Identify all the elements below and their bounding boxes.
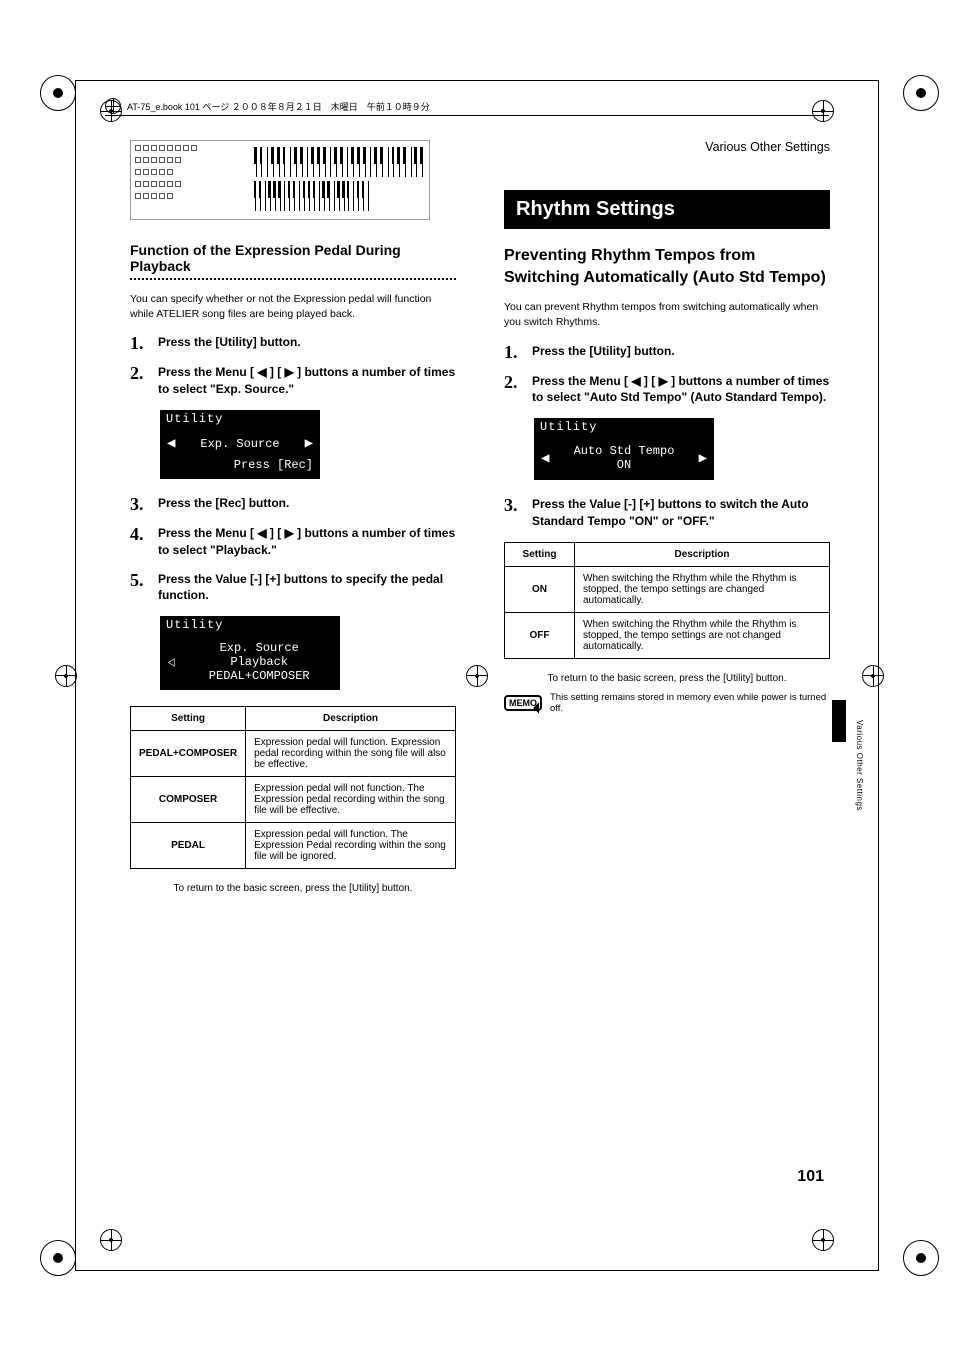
lcd-line: Press [Rec]: [167, 458, 313, 472]
desc-cell: Expression pedal will function. The Expr…: [246, 823, 456, 869]
triangle-left-icon: ◁: [168, 654, 175, 671]
table-row: PEDAL Expression pedal will function. Th…: [131, 823, 456, 869]
step-5: 5. Press the Value [-] [+] buttons to sp…: [130, 571, 456, 605]
step-number: 3.: [504, 496, 522, 530]
table-row: ON When switching the Rhythm while the R…: [505, 566, 830, 612]
step-text: Press the [Rec] button.: [158, 495, 289, 513]
desc-cell: When switching the Rhythm while the Rhyt…: [575, 566, 830, 612]
print-target-icon: [40, 75, 76, 111]
dotted-rule: [130, 276, 456, 280]
step-4: 4. Press the Menu [ ◀ ] [ ▶ ] buttons a …: [130, 525, 456, 559]
desc-cell: Expression pedal will function. Expressi…: [246, 731, 456, 777]
lcd-line: PEDAL+COMPOSER: [185, 669, 333, 683]
step-number: 1.: [130, 334, 148, 352]
step-number: 4.: [130, 525, 148, 559]
table-header: Description: [246, 707, 456, 731]
desc-cell: Expression pedal will not function. The …: [246, 777, 456, 823]
memo-badge: MEMO: [504, 695, 542, 711]
triangle-right-icon: ▶: [699, 450, 707, 467]
right-settings-table: Setting Description ON When switching th…: [504, 542, 830, 659]
triangle-right-icon: ▶: [305, 435, 313, 452]
setting-cell: PEDAL: [131, 823, 246, 869]
lcd-screen-right: Utility ◀ Auto Std Tempo ON ▶: [534, 418, 714, 480]
print-target-icon: [40, 1240, 76, 1276]
left-settings-table: Setting Description PEDAL+COMPOSER Expre…: [130, 706, 456, 869]
step-2: 2. Press the Menu [ ◀ ] [ ▶ ] buttons a …: [504, 373, 830, 407]
table-row: PEDAL+COMPOSER Expression pedal will fun…: [131, 731, 456, 777]
lcd-line: Exp. Source: [200, 437, 279, 451]
step-text: Press the [Utility] button.: [532, 343, 675, 361]
breadcrumb: Various Other Settings: [504, 140, 830, 154]
page-number: 101: [797, 1168, 824, 1186]
lcd-title: Utility: [160, 616, 340, 634]
setting-cell: ON: [505, 566, 575, 612]
step-text: Press the Value [-] [+] buttons to speci…: [158, 571, 456, 605]
step-number: 3.: [130, 495, 148, 513]
lcd-screen-1: Utility ◀ Exp. Source ▶ Press [Rec]: [160, 410, 320, 479]
memo-text: This setting remains stored in memory ev…: [550, 692, 830, 714]
step-text: Press the Value [-] [+] buttons to switc…: [532, 496, 830, 530]
right-column: Various Other Settings Rhythm Settings P…: [504, 140, 830, 902]
right-intro: You can prevent Rhythm tempos from switc…: [504, 300, 830, 330]
lcd-title: Utility: [534, 418, 714, 436]
left-column: (function(){ const patterns=[1,1,0,1,1,1…: [130, 140, 456, 902]
table-header: Setting: [131, 707, 246, 731]
step-number: 2.: [130, 364, 148, 398]
step-3: 3. Press the [Rec] button.: [130, 495, 456, 513]
lcd-screen-2: Utility ◁ Exp. Source Playback PEDAL+COM…: [160, 616, 340, 690]
left-intro: You can specify whether or not the Expre…: [130, 292, 456, 322]
print-target-icon: [903, 75, 939, 111]
header-meta-text: AT-75_e.book 101 ページ ２００８年８月２１日 木曜日 午前１０…: [127, 100, 430, 113]
setting-cell: OFF: [505, 612, 575, 658]
setting-cell: PEDAL+COMPOSER: [131, 731, 246, 777]
table-row: COMPOSER Expression pedal will not funct…: [131, 777, 456, 823]
side-label: Various Other Settings: [855, 720, 864, 811]
step-number: 1.: [504, 343, 522, 361]
left-footnote: To return to the basic screen, press the…: [130, 883, 456, 894]
registration-mark-icon: [55, 665, 77, 687]
step-text: Press the Menu [ ◀ ] [ ▶ ] buttons a num…: [158, 364, 456, 398]
triangle-left-icon: ◀: [541, 450, 549, 467]
side-tab: [832, 700, 846, 742]
right-footnote: To return to the basic screen, press the…: [504, 673, 830, 684]
step-text: Press the [Utility] button.: [158, 334, 301, 352]
desc-cell: When switching the Rhythm while the Rhyt…: [575, 612, 830, 658]
lcd-title: Utility: [160, 410, 320, 428]
table-row: OFF When switching the Rhythm while the …: [505, 612, 830, 658]
setting-cell: COMPOSER: [131, 777, 246, 823]
print-target-icon: [903, 1240, 939, 1276]
step-text: Press the Menu [ ◀ ] [ ▶ ] buttons a num…: [158, 525, 456, 559]
step-number: 2.: [504, 373, 522, 407]
lcd-line: ON: [549, 458, 698, 472]
header-meta: AT-75_e.book 101 ページ ２００８年８月２１日 木曜日 午前１０…: [105, 98, 829, 114]
header-underline: [105, 115, 829, 116]
keyboard-diagram: (function(){ const patterns=[1,1,0,1,1,1…: [130, 140, 430, 220]
table-header: Description: [575, 542, 830, 566]
step-1: 1. Press the [Utility] button.: [130, 334, 456, 352]
left-heading: Function of the Expression Pedal During …: [130, 242, 456, 274]
rhythm-settings-bar: Rhythm Settings: [504, 190, 830, 229]
lcd-line: Playback: [185, 655, 333, 669]
lcd-line: Exp. Source: [185, 641, 333, 655]
step-number: 5.: [130, 571, 148, 605]
lcd-line: Auto Std Tempo: [549, 444, 698, 458]
memo-note: MEMO This setting remains stored in memo…: [504, 692, 830, 714]
table-header: Setting: [505, 542, 575, 566]
step-1: 1. Press the [Utility] button.: [504, 343, 830, 361]
step-text: Press the Menu [ ◀ ] [ ▶ ] buttons a num…: [532, 373, 830, 407]
step-2: 2. Press the Menu [ ◀ ] [ ▶ ] buttons a …: [130, 364, 456, 398]
step-3: 3. Press the Value [-] [+] buttons to sw…: [504, 496, 830, 530]
right-subheading: Preventing Rhythm Tempos from Switching …: [504, 245, 830, 288]
triangle-left-icon: ◀: [167, 435, 175, 452]
